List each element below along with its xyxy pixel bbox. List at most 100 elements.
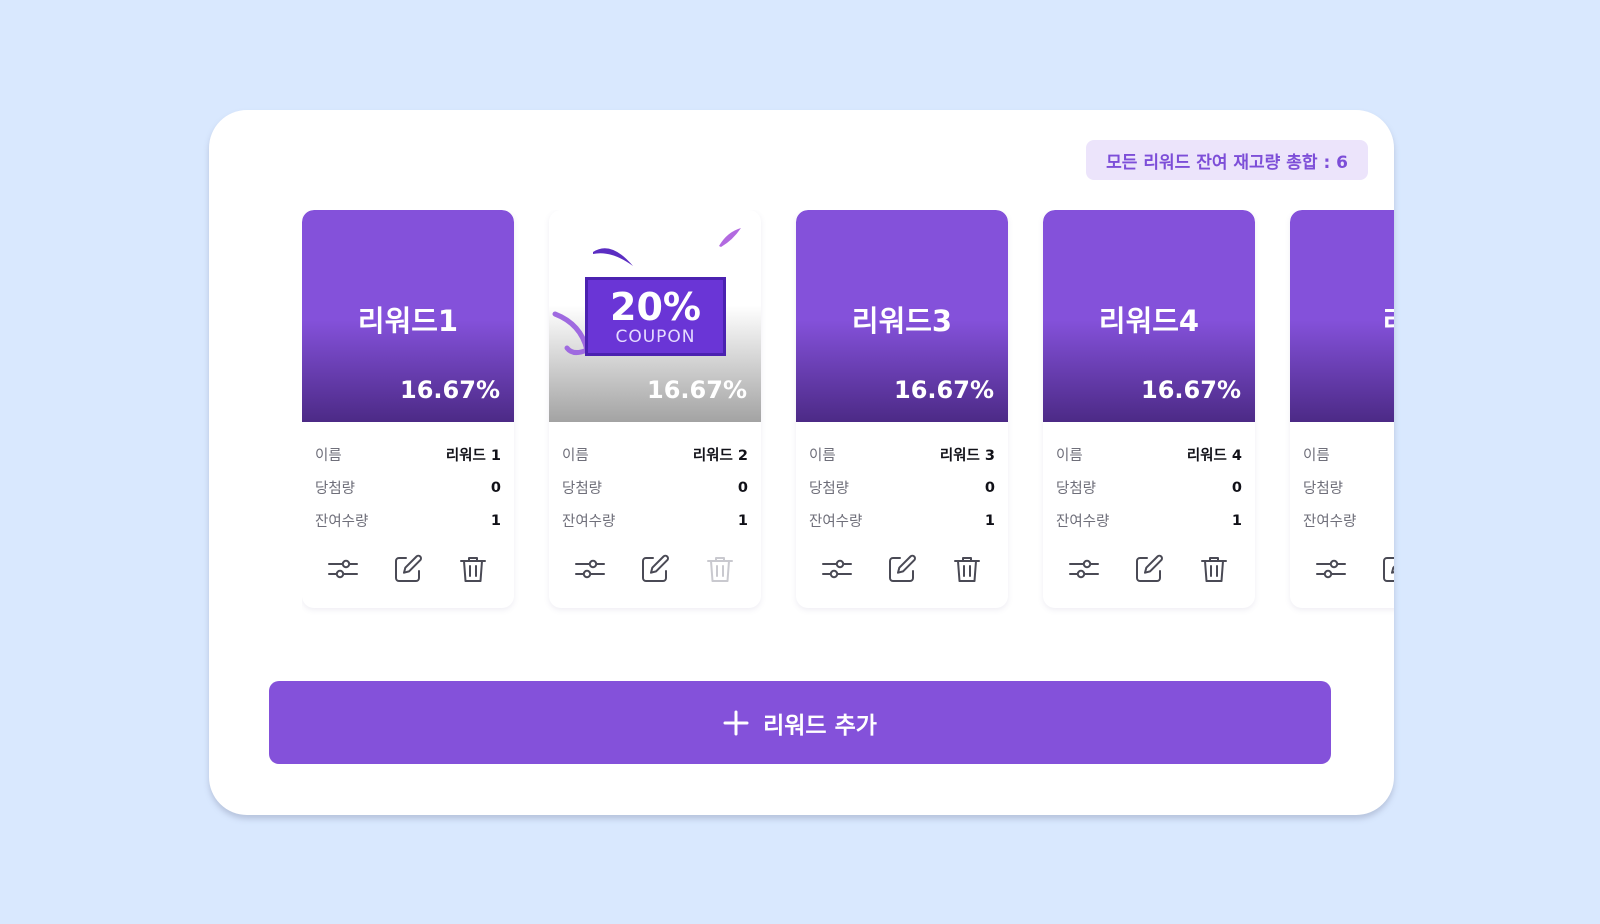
reward-card-list: 리워드1 16.67% 이름 리워드 1 당첨량 0 잔여수량 1 20% CO…: [302, 210, 1394, 630]
settings-button[interactable]: [1064, 549, 1104, 589]
trash-icon: [460, 557, 487, 582]
reward-image: 리: [1290, 210, 1394, 422]
reward-image: 리워드4 16.67%: [1043, 210, 1255, 422]
edit-icon: [641, 554, 669, 582]
remaining-label: 잔여수량: [562, 514, 616, 530]
settings-button[interactable]: [1311, 549, 1351, 589]
name-value: 리워드 1: [445, 448, 501, 464]
settings-button[interactable]: [323, 549, 363, 589]
reward-info: 이름 당첨량 잔여수량: [1290, 422, 1394, 537]
delete-button-disabled: [700, 549, 740, 589]
info-row-remaining: 잔여수량 1: [809, 504, 995, 537]
reward-actions: [796, 537, 1008, 589]
trash-icon: [1201, 557, 1228, 582]
won-value: 0: [1231, 479, 1242, 496]
reward-probability: 16.67%: [894, 376, 994, 404]
info-row-name: 이름 리워드 3: [809, 438, 995, 471]
edit-button[interactable]: [1376, 549, 1394, 589]
sliders-icon: [1315, 559, 1346, 579]
remaining-value: 1: [1231, 512, 1242, 529]
edit-icon: [1382, 557, 1394, 582]
remaining-value: 1: [737, 512, 748, 529]
name-label: 이름: [1303, 448, 1330, 464]
add-reward-button[interactable]: 리워드 추가: [269, 681, 1331, 764]
trash-icon: [954, 557, 981, 582]
reward-image: 리워드1 16.67%: [302, 210, 514, 422]
won-value: 0: [984, 479, 995, 496]
reward-card: 20% COUPON 16.67% 이름 리워드 2 당첨량 0 잔여수량 1: [549, 210, 761, 608]
name-label: 이름: [562, 448, 589, 464]
reward-card: 리워드1 16.67% 이름 리워드 1 당첨량 0 잔여수량 1: [302, 210, 514, 608]
reward-info: 이름 리워드 3 당첨량 0 잔여수량 1: [796, 422, 1008, 537]
delete-button[interactable]: [1194, 549, 1234, 589]
won-label: 당첨량: [809, 481, 850, 497]
edit-icon: [394, 554, 422, 582]
edit-button[interactable]: [635, 549, 675, 589]
info-row-won: 당첨량 0: [315, 471, 501, 504]
reward-card-title: 리워드3: [851, 304, 953, 338]
remaining-label: 잔여수량: [315, 514, 369, 530]
add-reward-label: 리워드 추가: [763, 712, 877, 739]
info-row-won: 당첨량 0: [809, 471, 995, 504]
remaining-label: 잔여수량: [1056, 514, 1110, 530]
info-row-remaining: 잔여수량 1: [315, 504, 501, 537]
edit-button[interactable]: [388, 549, 428, 589]
confetti-shape: [593, 248, 633, 266]
reward-image: 20% COUPON 16.67%: [549, 210, 761, 422]
edit-button[interactable]: [882, 549, 922, 589]
info-row-won: 당첨량 0: [1056, 471, 1242, 504]
won-value: 0: [737, 479, 748, 496]
remaining-label: 잔여수량: [1303, 514, 1357, 530]
reward-probability: 16.67%: [400, 376, 500, 404]
plus-icon: [723, 710, 749, 736]
reward-card-title: 리워드4: [1098, 304, 1200, 338]
won-label: 당첨량: [562, 481, 603, 497]
remaining-value: 1: [490, 512, 501, 529]
settings-button[interactable]: [570, 549, 610, 589]
sliders-icon: [327, 559, 358, 579]
name-label: 이름: [1056, 448, 1083, 464]
confetti-shape: [719, 228, 741, 247]
reward-info: 이름 리워드 2 당첨량 0 잔여수량 1: [549, 422, 761, 537]
edit-icon: [888, 554, 916, 582]
won-value: 0: [490, 479, 501, 496]
name-label: 이름: [809, 448, 836, 464]
won-label: 당첨량: [315, 481, 356, 497]
reward-panel: 모든 리워드 잔여 재고량 총합 : 6 리워드1 16.67% 이름 리워드 …: [209, 110, 1394, 815]
coupon-graphic: 20% COUPON: [585, 277, 726, 356]
info-row-name: 이름: [1303, 438, 1394, 471]
info-row-won: 당첨량: [1303, 471, 1394, 504]
info-row-name: 이름 리워드 4: [1056, 438, 1242, 471]
name-value: 리워드 2: [692, 448, 748, 464]
reward-probability: 16.67%: [1141, 376, 1241, 404]
total-stock-label: 모든 리워드 잔여 재고량 총합 : 6: [1106, 152, 1348, 173]
sliders-icon: [1068, 559, 1099, 579]
edit-icon: [1135, 554, 1163, 582]
reward-actions: [302, 537, 514, 589]
remaining-label: 잔여수량: [809, 514, 863, 530]
delete-button[interactable]: [947, 549, 987, 589]
reward-card-title: 리: [1290, 298, 1394, 340]
reward-actions: [1290, 537, 1394, 589]
won-label: 당첨량: [1056, 481, 1097, 497]
edit-button[interactable]: [1129, 549, 1169, 589]
won-label: 당첨량: [1303, 481, 1344, 497]
reward-info: 이름 리워드 4 당첨량 0 잔여수량 1: [1043, 422, 1255, 537]
info-row-remaining: 잔여수량 1: [1056, 504, 1242, 537]
coupon-discount: 20%: [610, 284, 701, 329]
reward-probability: 16.67%: [647, 376, 747, 404]
settings-button[interactable]: [817, 549, 857, 589]
sliders-icon: [821, 559, 852, 579]
remaining-value: 1: [984, 512, 995, 529]
delete-button[interactable]: [453, 549, 493, 589]
reward-actions: [549, 537, 761, 589]
total-stock-badge: 모든 리워드 잔여 재고량 총합 : 6: [1086, 140, 1368, 180]
trash-icon: [707, 557, 734, 582]
reward-card: 리워드3 16.67% 이름 리워드 3 당첨량 0 잔여수량 1: [796, 210, 1008, 608]
name-value: 리워드 3: [939, 448, 995, 464]
info-row-remaining: 잔여수량 1: [562, 504, 748, 537]
coupon-text: COUPON: [615, 326, 696, 347]
info-row-remaining: 잔여수량: [1303, 504, 1394, 537]
reward-info: 이름 리워드 1 당첨량 0 잔여수량 1: [302, 422, 514, 537]
sliders-icon: [574, 559, 605, 579]
